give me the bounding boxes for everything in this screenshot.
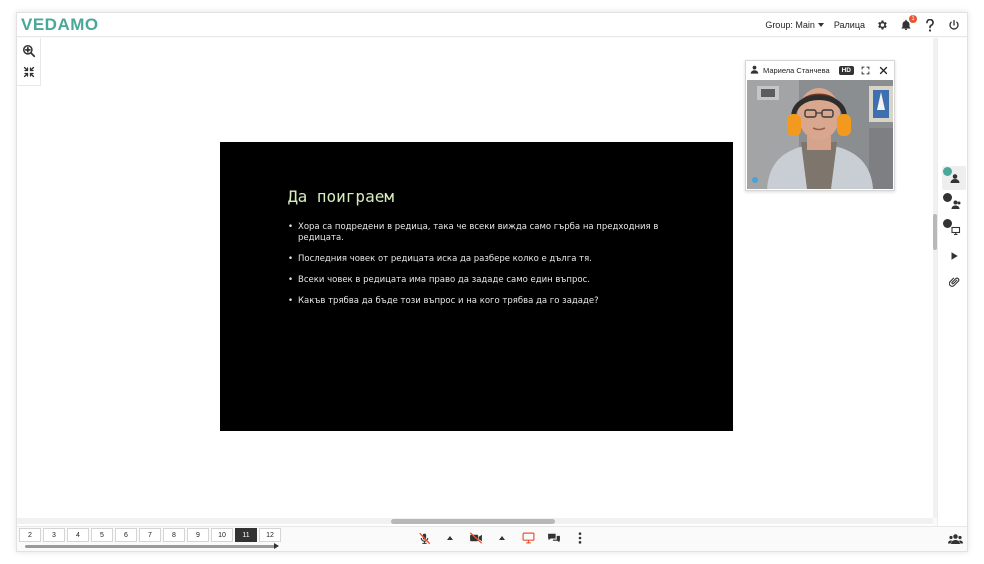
- hd-badge[interactable]: HD: [838, 65, 854, 75]
- participant-view-button[interactable]: [942, 166, 966, 190]
- collapse-icon[interactable]: [22, 65, 36, 79]
- participant-name: Мариела Станчева: [763, 65, 830, 75]
- user-icon: [750, 65, 759, 76]
- more-vertical-icon[interactable]: [573, 531, 587, 545]
- attachments-button[interactable]: [942, 270, 966, 294]
- right-sidebar: [937, 38, 967, 526]
- chevron-down-icon: [817, 23, 824, 27]
- page-tab-active[interactable]: 11: [235, 528, 257, 542]
- bottom-bar: 2 3 4 5 6 7 8 9 10 11 12: [17, 526, 967, 551]
- power-icon[interactable]: [947, 18, 961, 32]
- top-bar: VEDAMO Group: Main Ралица 1: [17, 13, 967, 37]
- group-view-button[interactable]: [942, 192, 966, 216]
- webcam-feed: [747, 80, 893, 189]
- slide-bullet: Всеки човек в редицата има право да зада…: [288, 275, 668, 286]
- page-tab[interactable]: 7: [139, 528, 161, 542]
- presentation-slide: Да поиграем Хора са подредени в редица, …: [220, 142, 733, 431]
- video-tile-header: Мариела Станчева HD: [746, 61, 894, 79]
- screen-indicator-icon: [943, 219, 952, 228]
- microphone-muted-icon[interactable]: [417, 531, 431, 545]
- page-tab[interactable]: 4: [67, 528, 89, 542]
- app-window: VEDAMO Group: Main Ралица 1 Да поиграем …: [16, 12, 968, 552]
- vedamo-logo: VEDAMO: [21, 15, 99, 34]
- page-tab[interactable]: 2: [19, 528, 41, 542]
- webcam-image: [747, 80, 893, 189]
- gear-icon[interactable]: [875, 18, 889, 32]
- page-tab[interactable]: 9: [187, 528, 209, 542]
- scroll-right-icon[interactable]: [274, 543, 279, 549]
- page-tabs-scrollbar[interactable]: [25, 545, 275, 548]
- page-tab[interactable]: 10: [211, 528, 233, 542]
- camera-muted-icon[interactable]: [469, 531, 483, 545]
- page-tab[interactable]: 8: [163, 528, 185, 542]
- participant-video-tile[interactable]: Мариела Станчева HD: [745, 60, 895, 191]
- zoom-toolbar: [17, 38, 41, 86]
- media-controls: [417, 531, 587, 545]
- slide-bullet: Последния човек от редицата иска да разб…: [288, 254, 668, 265]
- fullscreen-icon[interactable]: [858, 63, 872, 77]
- camera-options-caret[interactable]: [495, 531, 509, 545]
- chevron-up-icon: [499, 536, 505, 540]
- group-label: Group: Main: [765, 20, 815, 30]
- slide-title: Да поиграем: [288, 187, 394, 206]
- slide-bullet: Какъв трябва да бъде този въпрос и на ко…: [288, 296, 668, 307]
- page-tab[interactable]: 12: [259, 528, 281, 542]
- canvas-horizontal-scrollbar[interactable]: [17, 518, 933, 524]
- chevron-up-icon: [447, 536, 453, 540]
- page-tab[interactable]: 5: [91, 528, 113, 542]
- question-icon[interactable]: [923, 18, 937, 32]
- page-tab[interactable]: 6: [115, 528, 137, 542]
- room-name[interactable]: Ралица: [834, 20, 865, 30]
- active-indicator-icon: [943, 167, 952, 176]
- group-indicator-icon: [943, 193, 952, 202]
- notification-badge: 1: [909, 15, 917, 23]
- slide-bullet-list: Хора са подредени в редица, така че всек…: [288, 222, 668, 317]
- top-bar-actions: Group: Main Ралица 1: [765, 13, 961, 37]
- zoom-in-icon[interactable]: [22, 44, 36, 58]
- slide-bullet: Хора са подредени в редица, така че всек…: [288, 222, 668, 244]
- page-tabs: 2 3 4 5 6 7 8 9 10 11 12: [19, 528, 281, 542]
- page-tab[interactable]: 3: [43, 528, 65, 542]
- bell-icon[interactable]: 1: [899, 15, 917, 32]
- canvas-horizontal-scroll-thumb[interactable]: [391, 519, 555, 524]
- paperclip-icon: [948, 277, 959, 287]
- users-icon[interactable]: [947, 532, 963, 546]
- screen-view-button[interactable]: [942, 218, 966, 242]
- group-selector[interactable]: Group: Main: [765, 20, 824, 30]
- screen-share-icon[interactable]: [521, 531, 535, 545]
- mic-options-caret[interactable]: [443, 531, 457, 545]
- close-icon[interactable]: [876, 63, 890, 77]
- play-button[interactable]: [942, 244, 966, 268]
- chat-icon[interactable]: [547, 531, 561, 545]
- play-icon: [951, 252, 958, 260]
